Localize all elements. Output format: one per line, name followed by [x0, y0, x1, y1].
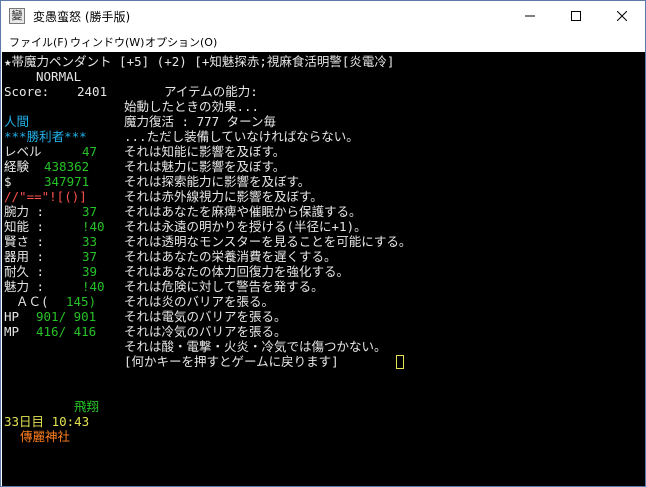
player-title: ***勝利者*** — [4, 129, 87, 144]
status-flying: 飛翔 — [74, 399, 100, 414]
minimize-icon — [525, 15, 535, 17]
str-value: 37 — [82, 204, 98, 219]
desc-line: それは炎のバリアを張る。 — [124, 294, 275, 309]
maximize-button[interactable] — [553, 1, 599, 31]
ac-label: ＡＣ( — [16, 294, 49, 309]
int-value: !40 — [82, 219, 105, 234]
level-value: 47 — [82, 144, 98, 159]
desc-line: それは魅力に影響を及ぼす。 — [124, 159, 286, 174]
desc-line: それは酸・電撃・火炎・冷気では傷つかない。 — [124, 339, 387, 354]
text-cursor — [396, 355, 404, 369]
desc-line: それはあなたの体力回復力を強化する。 — [124, 264, 350, 279]
minimize-button[interactable] — [507, 1, 553, 31]
mp-label: MP — [4, 324, 20, 339]
desc-line: それは透明なモンスターを見ることを可能にする。 — [124, 234, 412, 249]
wis-value: 33 — [82, 234, 98, 249]
desc-line: それは永遠の明かりを授ける(半径に+1)。 — [124, 219, 367, 234]
race: 人間 — [4, 114, 30, 129]
desc-line: それはあなたを麻痺や催眠から保護する。 — [124, 204, 362, 219]
level-label: レベル — [4, 144, 42, 159]
desc-line: 始動したときの効果... — [124, 99, 260, 114]
ac-value: 145) — [66, 294, 97, 309]
window-title: 変愚蛮怒 (勝手版) — [33, 10, 131, 24]
maximize-icon — [571, 11, 581, 21]
con-label: 耐久 : — [4, 264, 45, 279]
desc-line: それは赤外線視力に影響を及ぼす。 — [124, 189, 323, 204]
game-terminal[interactable]: ★帯魔力ペンダント [+5] (+2) [+知魅探赤;視麻食活明警[炎電冷] N… — [2, 52, 645, 486]
menu-bar: ファイル(F) ウィンドウ(W) オプション(O) — [1, 31, 645, 51]
str-label: 腕力 : — [4, 204, 45, 219]
desc-line: それは危険に対して警告を発する。 — [124, 279, 324, 294]
menu-options[interactable]: オプション(O) — [145, 34, 217, 50]
hp-value: 901/ 901 — [36, 309, 97, 324]
desc-line: 魔力復活 : 777 ターン毎 — [124, 114, 277, 129]
chr-label: 魅力 : — [4, 279, 45, 294]
close-icon — [617, 11, 627, 21]
return-prompt: [何かキーを押すとゲームに戻ります] — [124, 354, 339, 369]
hp-label: HP — [4, 309, 20, 324]
chr-value: !40 — [82, 279, 105, 294]
desc-line: それは探索能力に影響を及ぼす。 — [124, 174, 311, 189]
title-bar[interactable]: 變 変愚蛮怒 (勝手版) — [1, 1, 645, 31]
game-window: 變 変愚蛮怒 (勝手版) ファイル(F) ウィンドウ(W) オプション(O) ★… — [0, 0, 646, 487]
con-value: 39 — [82, 264, 98, 279]
gold-value: 347971 — [44, 174, 90, 189]
menu-window[interactable]: ウィンドウ(W) — [70, 34, 144, 50]
difficulty: NORMAL — [36, 69, 82, 84]
dex-label: 器用 : — [4, 249, 45, 264]
exp-label: 経験 — [4, 159, 30, 174]
desc-line: それは電気のバリアを張る。 — [124, 309, 287, 324]
ability-header: アイテムの能力: — [164, 84, 258, 99]
desc-line: それは知能に影響を及ぼす。 — [124, 144, 286, 159]
equipment-chars: //"=="![()] — [4, 189, 87, 204]
exp-value: 438362 — [44, 159, 90, 174]
location: 傳麗神社 — [20, 429, 71, 444]
item-name: ★帯魔力ペンダント [+5] (+2) [+知魅探赤;視麻食活明警[炎電冷] — [4, 54, 395, 69]
score-label: Score: — [4, 84, 50, 99]
app-icon[interactable]: 變 — [9, 8, 25, 24]
menu-file[interactable]: ファイル(F) — [9, 34, 68, 50]
score-value: 2401 — [77, 84, 108, 99]
desc-line: それは冷気のバリアを張る。 — [124, 324, 287, 339]
close-button[interactable] — [599, 1, 645, 31]
day-time: 33日目 10:43 — [4, 414, 90, 429]
int-label: 知能 : — [4, 219, 45, 234]
gold-label: $ — [4, 174, 12, 189]
desc-line: それはあなたの栄養消費を遅くする。 — [124, 249, 337, 264]
desc-line: ...ただし装備していなければならない。 — [124, 129, 359, 144]
dex-value: 37 — [82, 249, 98, 264]
wis-label: 賢さ : — [4, 234, 45, 249]
mp-value: 416/ 416 — [36, 324, 97, 339]
